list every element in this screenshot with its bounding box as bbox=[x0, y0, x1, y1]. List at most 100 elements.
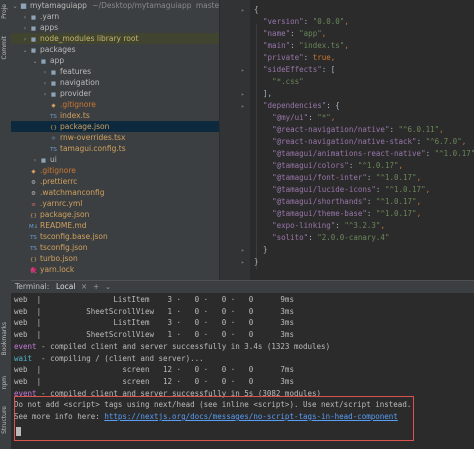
code-line: "solito": "2.0.0-canary.4" bbox=[254, 232, 389, 244]
code-token: "main" bbox=[263, 41, 291, 50]
tree-item[interactable]: {} turbo.json bbox=[11, 253, 219, 264]
tree-item-label: node_modules library root bbox=[40, 34, 139, 43]
tree-item-label: provider bbox=[60, 89, 92, 98]
code-token: { bbox=[254, 5, 259, 14]
terminal-text: web | ListItem 3 · 0 · 0 · 0 3ms bbox=[14, 318, 294, 328]
code-token: "sideEffects" bbox=[263, 65, 322, 74]
tree-item[interactable]: ◆ .gitignore bbox=[11, 165, 219, 176]
code-editor[interactable]: ▸ ▸ ▸ ▸ ▸ ▸ { "version": "0.0.0", "name": "ap… bbox=[220, 0, 474, 280]
tree-item-label: ui bbox=[50, 155, 57, 164]
structure-tool-tab[interactable]: Structure bbox=[1, 406, 8, 434]
tree-item[interactable]: ⌄ ■ packages bbox=[11, 44, 219, 55]
code-token: "@tamagui/lucide-icons" bbox=[272, 185, 376, 194]
tree-item[interactable]: {} package.json bbox=[11, 121, 219, 132]
bookmarks-tool-tab[interactable]: Bookmarks bbox=[1, 322, 8, 356]
code-token: : bbox=[416, 137, 426, 146]
code-token: : bbox=[366, 173, 376, 182]
tree-item[interactable]: › ■ features bbox=[11, 66, 219, 77]
tree-item-label: index.ts bbox=[60, 111, 90, 120]
code-token: : bbox=[308, 113, 318, 122]
tree-item[interactable]: ⚙ .prettierrc bbox=[11, 176, 219, 187]
tree-item[interactable]: TS tsconfig.base.json bbox=[11, 231, 219, 242]
tree-item[interactable]: ⚙ .watchmanconfig bbox=[11, 187, 219, 198]
tree-item-label: .yarn bbox=[40, 12, 60, 21]
tree-item[interactable]: TS tsconfig.json bbox=[11, 242, 219, 253]
code-token: "^1.0.17" bbox=[375, 209, 417, 218]
fold-icon[interactable]: ▸ bbox=[241, 247, 245, 254]
code-token: "private" bbox=[263, 53, 304, 62]
chevron-down-icon[interactable]: ⌄ bbox=[105, 281, 111, 293]
tree-item[interactable]: TS tamagui.config.ts bbox=[11, 143, 219, 154]
fold-icon[interactable]: ▸ bbox=[241, 91, 245, 98]
commit-tool-tab[interactable]: Commit bbox=[1, 36, 8, 60]
tree-item[interactable]: › ■ .yarn bbox=[11, 11, 219, 22]
left-tool-strip-bottom: Bookmarks npm Structure bbox=[0, 280, 11, 449]
code-token: , bbox=[439, 125, 444, 134]
tree-item[interactable]: 🧶 yarn.lock bbox=[11, 264, 219, 275]
close-icon[interactable]: × bbox=[81, 281, 87, 293]
tree-item-label: package.json bbox=[40, 210, 90, 219]
tree-root-branch: master bbox=[195, 1, 219, 10]
terminal-line: web | SheetScrollView 1 · 0 · 0 · 0 3ms bbox=[14, 329, 294, 340]
code-line: } bbox=[254, 256, 259, 268]
code-line: "@tamagui/shorthands": "^1.0.17", bbox=[254, 196, 421, 208]
fold-icon[interactable]: ▸ bbox=[241, 7, 245, 14]
code-line: "*.css" bbox=[254, 76, 304, 88]
tree-item[interactable]: ⌄ ■ app bbox=[11, 55, 219, 66]
fold-icon[interactable]: ▸ bbox=[241, 67, 245, 74]
code-token: : bbox=[425, 149, 435, 158]
tree-item[interactable]: ⚛ rnw-overrides.tsx bbox=[11, 132, 219, 143]
code-token: "0.0.0" bbox=[312, 17, 345, 26]
code-line: "@tamagui/colors": "^1.0.17", bbox=[254, 160, 403, 172]
code-token: "^3.2.3" bbox=[344, 221, 381, 230]
code-token: : bbox=[375, 185, 385, 194]
tree-item-label: apps bbox=[40, 23, 59, 32]
warning-highlight-box bbox=[14, 396, 414, 441]
tree-item[interactable]: › ■ ui bbox=[11, 154, 219, 165]
fold-icon[interactable]: ▸ bbox=[241, 103, 245, 110]
code-token: : bbox=[303, 17, 313, 26]
npm-tool-tab[interactable]: npm bbox=[1, 376, 8, 389]
code-line: "expo-linking": "^3.2.3", bbox=[254, 220, 385, 232]
code-token: "^6.7.0" bbox=[425, 137, 462, 146]
code-token: , bbox=[321, 29, 327, 38]
tree-item[interactable]: {} package.json bbox=[11, 209, 219, 220]
code-token: } bbox=[254, 257, 259, 266]
code-token: "^1.0.17" bbox=[375, 197, 417, 206]
code-token: , bbox=[416, 173, 422, 182]
code-line: "@tamagui/font-inter": "^1.0.17", bbox=[254, 172, 421, 184]
tree-item[interactable]: TS index.ts bbox=[11, 110, 219, 121]
tree-item[interactable]: ≡ .yarnrc.yml bbox=[11, 198, 219, 209]
terminal-output[interactable]: web | ListItem 3 · 0 · 0 · 0 9ms web | Sh… bbox=[11, 293, 474, 449]
tree-item[interactable]: M↓ README.md bbox=[11, 220, 219, 231]
code-token: "version" bbox=[263, 17, 304, 26]
code-token: "^6.0.11" bbox=[398, 125, 440, 134]
tree-item[interactable]: › ■ navigation bbox=[11, 77, 219, 88]
code-token: "@tamagui/animations-react-native" bbox=[272, 149, 426, 158]
add-tab-icon[interactable]: + bbox=[93, 281, 99, 293]
tree-item[interactable]: › ■ provider bbox=[11, 88, 219, 99]
terminal-line: event - compiled client and server succe… bbox=[14, 341, 330, 352]
tree-item-label: yarn.lock bbox=[40, 265, 75, 274]
tree-item[interactable]: › ■ node_modules library root bbox=[11, 33, 219, 44]
terminal-cursor bbox=[16, 427, 21, 436]
code-line: "sideEffects": [ bbox=[254, 64, 335, 76]
code-token: : bbox=[335, 221, 345, 230]
code-token: , bbox=[461, 137, 467, 146]
terminal-text: web | ListItem 3 · 0 · 0 · 0 9ms bbox=[14, 295, 294, 304]
tree-item-label: tamagui.config.ts bbox=[60, 144, 126, 153]
code-line: "version": "0.0.0", bbox=[254, 16, 349, 28]
tree-item[interactable]: › ■ apps bbox=[11, 22, 219, 33]
fold-icon[interactable]: ▸ bbox=[241, 259, 245, 266]
code-token: , bbox=[416, 209, 422, 218]
code-token: , bbox=[330, 53, 336, 62]
code-line: } bbox=[254, 244, 268, 256]
project-tool-tab[interactable]: Proje bbox=[1, 4, 8, 19]
code-token: "^1.0.17" bbox=[434, 149, 474, 158]
tree-item[interactable]: ◆ .gitignore bbox=[11, 99, 219, 110]
tree-root[interactable]: ⌄ ■ mytamaguiapp ~/Desktop/mytamaguiapp ma… bbox=[11, 0, 219, 11]
tree-item-label: .yarnrc.yml bbox=[40, 199, 83, 208]
code-token: , bbox=[344, 41, 349, 50]
